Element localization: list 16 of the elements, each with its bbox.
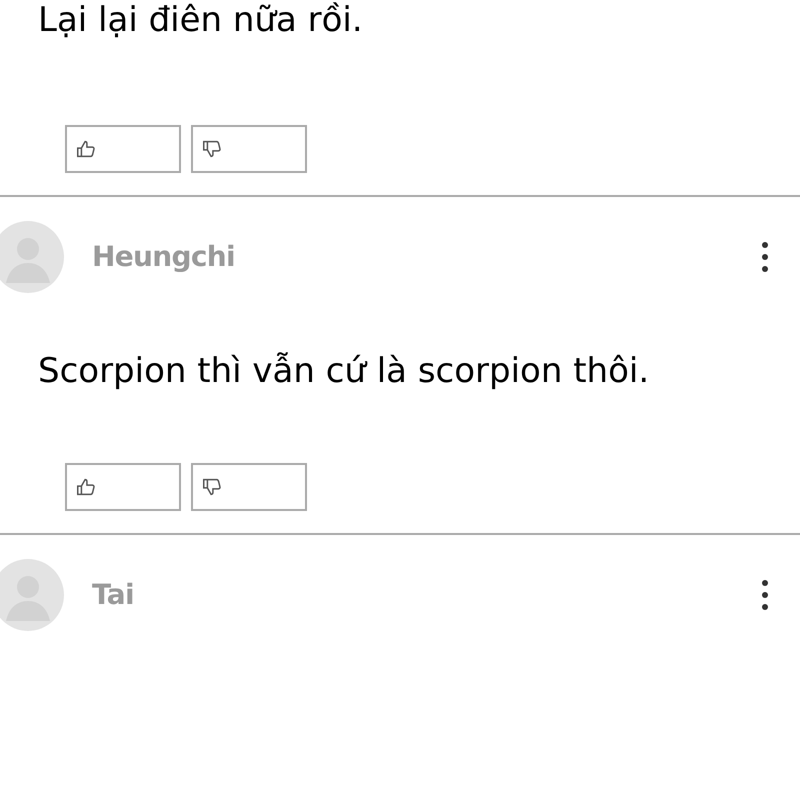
username: Tai bbox=[92, 577, 134, 613]
avatar-icon bbox=[0, 221, 64, 293]
dislike-button[interactable] bbox=[191, 125, 307, 173]
thumbs-down-icon bbox=[201, 138, 223, 160]
comment-text: Scorpion thì vẫn cứ là scorpion thôi. bbox=[37, 350, 650, 393]
dislike-button[interactable] bbox=[191, 463, 307, 511]
thumbs-up-icon bbox=[75, 138, 97, 160]
like-button[interactable] bbox=[65, 463, 181, 511]
thumbs-up-icon bbox=[75, 476, 97, 498]
username: Heungchi bbox=[92, 239, 235, 275]
thumbs-down-icon bbox=[201, 476, 223, 498]
comment-text: Lại lại điên nữa rồi. bbox=[37, 0, 364, 42]
more-options-icon[interactable] bbox=[760, 241, 770, 273]
more-options-icon[interactable] bbox=[760, 579, 770, 611]
avatar-icon bbox=[0, 559, 64, 631]
like-button[interactable] bbox=[65, 125, 181, 173]
